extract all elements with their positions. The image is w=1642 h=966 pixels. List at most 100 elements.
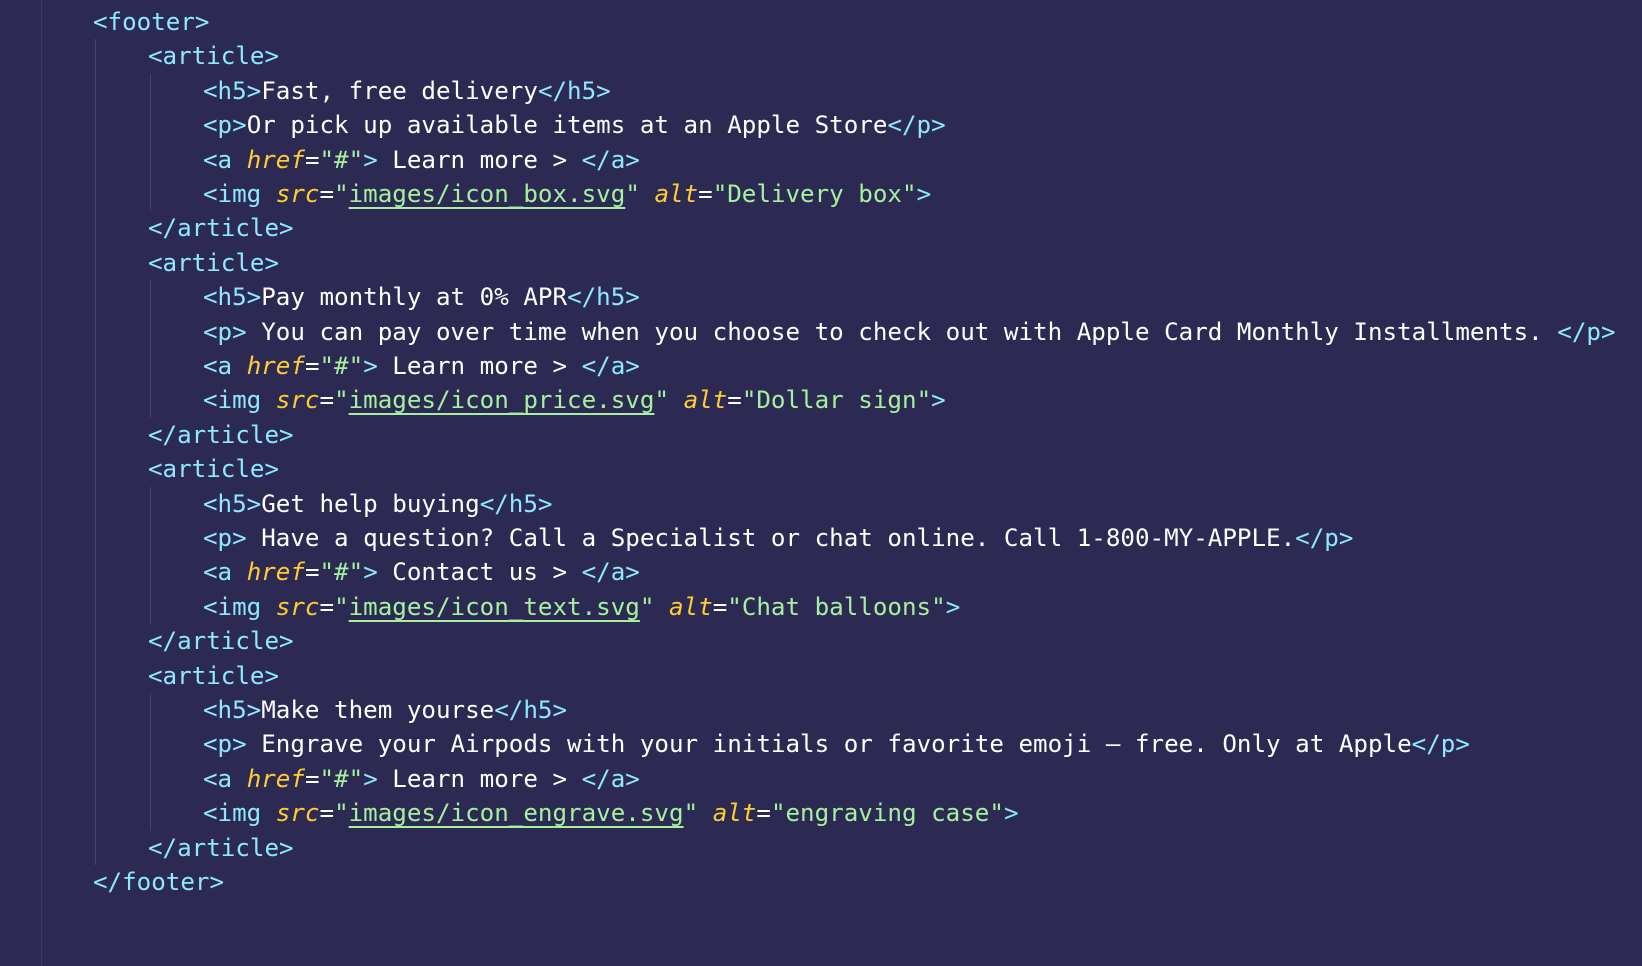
paragraph-line[interactable]: <p> You can pay over time when you choos… (203, 314, 1616, 350)
link-line[interactable]: <a href="#"> Learn more > </a> (203, 348, 640, 384)
p-close-tag: </p> (1295, 524, 1354, 552)
p-close-tag: </p> (1557, 317, 1616, 346)
heading-line[interactable]: <h5>Get help buying</h5> (203, 486, 553, 522)
article-open-tag: <article> (148, 661, 280, 690)
p-open-tag: <p> (203, 730, 247, 759)
tag-end: > (363, 145, 378, 174)
a-open-tag: <a (203, 352, 247, 380)
href-value: "#" (319, 145, 364, 174)
image-line[interactable]: <img src="images/icon_engrave.svg" alt="… (203, 795, 1019, 831)
quote: " (639, 592, 655, 621)
p-close-tag: </p> (1411, 730, 1470, 759)
article-open-line[interactable]: <article> (148, 451, 279, 487)
alt-value: Delivery box (727, 180, 902, 208)
link-text: Contact us > (377, 558, 582, 587)
h5-open-tag: <h5> (203, 76, 262, 105)
p-close-tag: </p> (887, 111, 946, 140)
article-open-line[interactable]: <article> (148, 245, 279, 281)
article-open-line[interactable]: <article> (148, 38, 279, 74)
equals-sign: = (712, 592, 728, 621)
quote: " (989, 799, 1004, 828)
article-close-line[interactable]: </article> (148, 623, 294, 659)
footer-open-line[interactable]: <footer> (93, 4, 210, 40)
src-attribute: src (275, 799, 320, 828)
indent-guide (95, 39, 96, 865)
equals-sign: = (756, 799, 771, 828)
href-value: "#" (319, 352, 364, 380)
image-line[interactable]: <img src="images/icon_price.svg" alt="Do… (203, 382, 946, 418)
alt-attribute: alt (712, 799, 757, 828)
equals-sign: = (319, 180, 335, 208)
equals-sign: = (304, 145, 320, 174)
quote: " (683, 799, 699, 828)
tag-end: > (931, 386, 946, 415)
article-close-tag: </article> (148, 214, 294, 243)
paragraph-line[interactable]: <p> Engrave your Airpods with your initi… (203, 726, 1470, 762)
equals-sign: = (319, 386, 335, 415)
alt-attribute: alt (669, 592, 713, 621)
link-text: Learn more > (377, 145, 582, 174)
a-close-tag: </a> (581, 764, 640, 793)
h5-open-tag: <h5> (203, 489, 262, 518)
paragraph-text: Or pick up available items at an Apple S… (246, 111, 888, 140)
equals-sign: = (304, 558, 320, 587)
quote: " (727, 592, 742, 621)
alt-value: Dollar sign (756, 386, 917, 415)
equals-sign: = (698, 180, 713, 208)
h5-open-tag: <h5> (203, 696, 262, 724)
paragraph-line[interactable]: <p> Have a question? Call a Specialist o… (203, 520, 1353, 556)
gutter-border (41, 0, 42, 966)
article-open-line[interactable]: <article> (148, 658, 279, 694)
img-open-tag: <img (203, 180, 276, 208)
image-source-link: images/icon_price.svg (348, 386, 655, 415)
h5-close-tag: </h5> (537, 76, 611, 105)
link-line[interactable]: <a href="#"> Contact us > </a> (203, 554, 640, 590)
equals-sign: = (319, 592, 335, 621)
href-value: "#" (319, 558, 364, 587)
heading-line[interactable]: <h5>Make them yourse</h5> (203, 692, 567, 728)
paragraph-text: Engrave your Airpods with your initials … (246, 730, 1412, 759)
h5-close-tag: </h5> (567, 283, 640, 312)
image-line[interactable]: <img src="images/icon_text.svg" alt="Cha… (203, 589, 960, 625)
h5-close-tag: </h5> (494, 696, 568, 724)
quote: " (902, 180, 917, 208)
img-open-tag: <img (203, 592, 276, 621)
a-close-tag: </a> (581, 145, 640, 174)
article-close-line[interactable]: </article> (148, 417, 294, 453)
a-close-tag: </a> (581, 352, 640, 380)
link-line[interactable]: <a href="#"> Learn more > </a> (203, 142, 640, 178)
indent-guide (150, 693, 151, 831)
equals-sign: = (304, 764, 320, 793)
tag-end: > (916, 180, 932, 208)
img-open-tag: <img (203, 386, 276, 415)
heading-line[interactable]: <h5>Pay monthly at 0% APR</h5> (203, 279, 640, 315)
image-source-link: images/icon_engrave.svg (348, 799, 684, 828)
alt-attribute: alt (683, 386, 728, 415)
article-close-line[interactable]: </article> (148, 210, 294, 246)
quote: " (334, 592, 349, 621)
heading-line[interactable]: <h5>Fast, free delivery</h5> (203, 73, 611, 109)
link-text: Learn more > (377, 764, 582, 793)
quote: " (770, 799, 786, 828)
code-editor[interactable]: <footer> <article> <h5>Fast, free delivery… (0, 0, 1642, 966)
article-close-line[interactable]: </article> (148, 830, 294, 866)
footer-close-line[interactable]: </footer> (93, 864, 224, 900)
a-close-tag: </a> (581, 558, 640, 587)
p-open-tag: <p> (203, 524, 247, 552)
tag-end: > (363, 352, 378, 380)
link-line[interactable]: <a href="#"> Learn more > </a> (203, 761, 640, 797)
equals-sign: = (304, 352, 320, 380)
src-attribute: src (275, 180, 320, 208)
indent-guide (150, 280, 151, 418)
image-line[interactable]: <img src="images/icon_box.svg" alt="Deli… (203, 176, 931, 212)
a-open-tag: <a (203, 145, 247, 174)
image-source-link: images/icon_box.svg (348, 180, 626, 208)
quote: " (916, 386, 932, 415)
quote: " (931, 592, 946, 621)
quote: " (712, 180, 728, 208)
alt-value: Chat balloons (741, 592, 932, 621)
paragraph-line[interactable]: <p>Or pick up available items at an Appl… (203, 107, 946, 143)
p-open-tag: <p> (203, 111, 247, 140)
